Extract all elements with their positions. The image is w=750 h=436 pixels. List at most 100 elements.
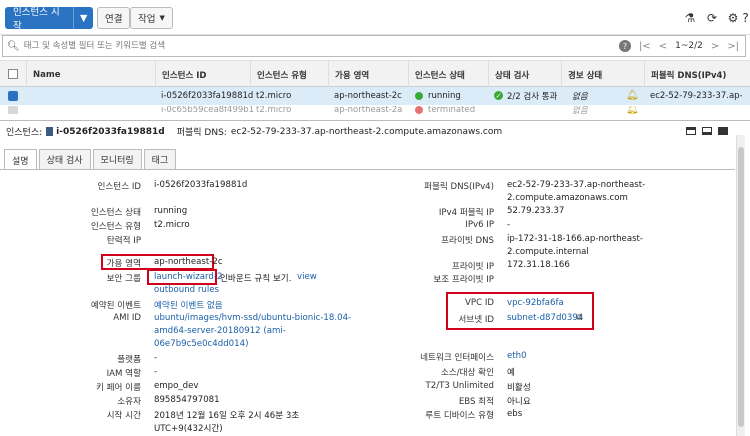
label-ami-id: AMI ID xyxy=(113,313,141,323)
flask-icon[interactable]: ⚗ xyxy=(682,10,698,26)
label-ipv4: IPv4 퍼블릭 IP xyxy=(438,208,494,218)
detail-tabs: 설명 상태 검사 모니터링 태그 xyxy=(4,149,178,170)
sg-outbound-link[interactable]: outbound rules xyxy=(154,285,219,295)
ami-id-line1[interactable]: ubuntu/images/hvm-ssd/ubuntu-bionic-18.0… xyxy=(154,313,351,323)
value-source-dest-check: 예 xyxy=(507,368,515,378)
detail-header: 인스턴스: i-0526f2033fa19881d 퍼블릭 DNS: ec2-5… xyxy=(0,120,750,142)
label-ebs-optimized: EBS 최적 xyxy=(458,397,494,407)
row-alarm: 없음 xyxy=(572,92,588,102)
label-scheduled-events: 예약된 이벤트 xyxy=(90,301,141,311)
search-input[interactable] xyxy=(19,37,619,55)
pager-text: 1~2/2 xyxy=(675,41,703,51)
connect-button[interactable]: 연결 xyxy=(97,7,131,29)
detail-prefix: 인스턴스: xyxy=(6,128,43,138)
col-name[interactable]: Name xyxy=(26,61,155,88)
value-platform: - xyxy=(154,353,158,363)
bell-icon[interactable]: 🔔︎ xyxy=(626,106,639,115)
value-t2-unlimited: 비활성 xyxy=(507,383,531,393)
value-instance-id: i-0526f2033fa19881d xyxy=(154,180,248,190)
panel-layout-icon[interactable] xyxy=(702,127,712,135)
row-type: t2.micro xyxy=(256,106,292,115)
help-circle-icon[interactable]: ? xyxy=(618,40,631,52)
launch-instance-button[interactable]: 인스턴스 시작 ▼ xyxy=(5,7,93,32)
panel-layout-icon[interactable] xyxy=(718,127,728,135)
last-page-icon[interactable]: >| xyxy=(727,41,739,52)
label-owner: 소유자 xyxy=(117,397,141,407)
col-alarm[interactable]: 경보 상태 xyxy=(561,61,644,88)
label-private-dns: 프라이빗 DNS xyxy=(441,236,494,246)
security-group-link[interactable]: launch-wizard-2 xyxy=(154,272,222,282)
label-key-pair: 키 페어 이름 xyxy=(96,383,141,393)
row-state: terminated xyxy=(428,106,476,115)
col-status-check[interactable]: 상태 검사 xyxy=(488,61,561,88)
label-public-dns: 퍼블릭 DNS(IPv4) xyxy=(424,182,494,192)
row-checkbox[interactable] xyxy=(8,91,18,101)
network-interface-link[interactable]: eth0 xyxy=(507,351,527,361)
label-iam-role: IAM 역할 xyxy=(106,369,141,379)
select-all-checkbox[interactable] xyxy=(8,69,18,79)
subnet-id-link[interactable]: subnet-d87d0394 xyxy=(507,313,583,323)
help-icon[interactable]: ? xyxy=(741,10,750,26)
row-zone: ap-northeast-2a xyxy=(334,106,403,115)
refresh-icon[interactable]: ⟳ xyxy=(704,10,720,26)
col-public-dns[interactable]: 퍼블릭 DNS(IPv4) xyxy=(644,61,750,88)
col-state[interactable]: 인스턴스 상태 xyxy=(408,61,488,88)
row-instance-id: i-0526f2033fa19881d xyxy=(161,91,254,101)
vpc-id-link[interactable]: vpc-92bfa6fa xyxy=(507,298,564,308)
actions-label: 작업 xyxy=(138,14,156,25)
sg-rules-text: 인바운드 규칙 보기. xyxy=(220,274,292,284)
instance-icon xyxy=(46,127,54,136)
tab-tags[interactable]: 태그 xyxy=(143,149,177,169)
prev-page-icon[interactable]: < xyxy=(659,41,667,52)
table-row[interactable]: i-0526f2033fa19881d t2.micro ap-northeas… xyxy=(0,87,750,105)
actions-button[interactable]: 작업 ▼ xyxy=(130,7,173,29)
row-alarm: 없음 xyxy=(572,106,588,116)
copy-icon[interactable]: ⧉ xyxy=(576,313,582,323)
col-zone[interactable]: 가용 영역 xyxy=(328,61,408,88)
pager: ? |< < 1~2/2 > >| xyxy=(618,40,745,52)
value-launch-time-line1: 2018년 12월 16일 오후 2시 46분 3초 xyxy=(154,411,300,421)
value-root-device-type: ebs xyxy=(507,409,523,419)
table-row[interactable]: i-0c65b59cea8f499b1 t2.micro ap-northeas… xyxy=(0,106,750,116)
col-instance-id[interactable]: 인스턴스 ID xyxy=(155,61,250,88)
panel-layout-icon[interactable] xyxy=(686,127,696,135)
scheduled-events-link[interactable]: 예약된 이벤트 없음 xyxy=(154,299,223,311)
value-ebs-optimized: 아니요 xyxy=(507,397,531,407)
ami-id-line2[interactable]: amd64-server-20180912 (ami- xyxy=(154,326,286,336)
value-zone: ap-northeast-2c xyxy=(154,257,223,267)
sg-view-link[interactable]: view xyxy=(297,272,317,282)
ami-id-line3[interactable]: 06e7b9c5e0c4dd014) xyxy=(154,339,248,349)
col-instance-type[interactable]: 인스턴스 유형 xyxy=(250,61,328,88)
search-icon: 🔍︎ xyxy=(7,40,20,52)
label-subnet-id: 서브넷 ID xyxy=(458,315,494,325)
tab-description[interactable]: 설명 xyxy=(4,149,37,170)
value-ipv6: - xyxy=(507,220,511,230)
label-instance-id: 인스턴스 ID xyxy=(97,182,141,192)
bell-icon[interactable]: 🔔︎ xyxy=(626,90,639,101)
value-ipv4: 52.79.233.37 xyxy=(507,206,565,216)
detail-instance-id: i-0526f2033fa19881d xyxy=(56,126,165,137)
value-public-dns-line2: 2.compute.amazonaws.com xyxy=(507,193,628,203)
row-checkbox[interactable] xyxy=(8,106,18,114)
toolbar: 인스턴스 시작 ▼ 연결 작업 ▼ ⚗ ⟳ ⚙ ? xyxy=(0,0,750,35)
next-page-icon[interactable]: > xyxy=(711,41,719,52)
label-secondary-private-ip: 보조 프라이빗 IP xyxy=(433,275,494,285)
label-state: 인스턴스 상태 xyxy=(90,208,141,218)
tab-monitoring[interactable]: 모니터링 xyxy=(92,149,142,169)
value-launch-time-line2: UTC+9(432시간) xyxy=(154,424,223,434)
row-instance-id: i-0c65b59cea8f499b1 xyxy=(161,106,255,115)
value-private-dns-line1: ip-172-31-18-166.ap-northeast- xyxy=(507,234,644,244)
label-type: 인스턴스 유형 xyxy=(90,222,141,232)
first-page-icon[interactable]: |< xyxy=(639,41,651,52)
tab-status-checks[interactable]: 상태 검사 xyxy=(38,149,91,169)
label-zone: 가용 영역 xyxy=(106,259,141,269)
label-eip: 탄력적 IP xyxy=(106,236,141,246)
row-type: t2.micro xyxy=(256,91,292,101)
detail-scrollbar[interactable] xyxy=(736,135,745,436)
label-t2-unlimited: T2/T3 Unlimited xyxy=(425,381,494,391)
label-network-interfaces: 네트워크 인터페이스 xyxy=(420,353,494,363)
tab-divider xyxy=(0,169,735,170)
chevron-down-icon[interactable]: ▼ xyxy=(74,13,93,24)
gear-icon[interactable]: ⚙ xyxy=(725,10,741,26)
scrollbar-thumb[interactable] xyxy=(738,147,744,427)
